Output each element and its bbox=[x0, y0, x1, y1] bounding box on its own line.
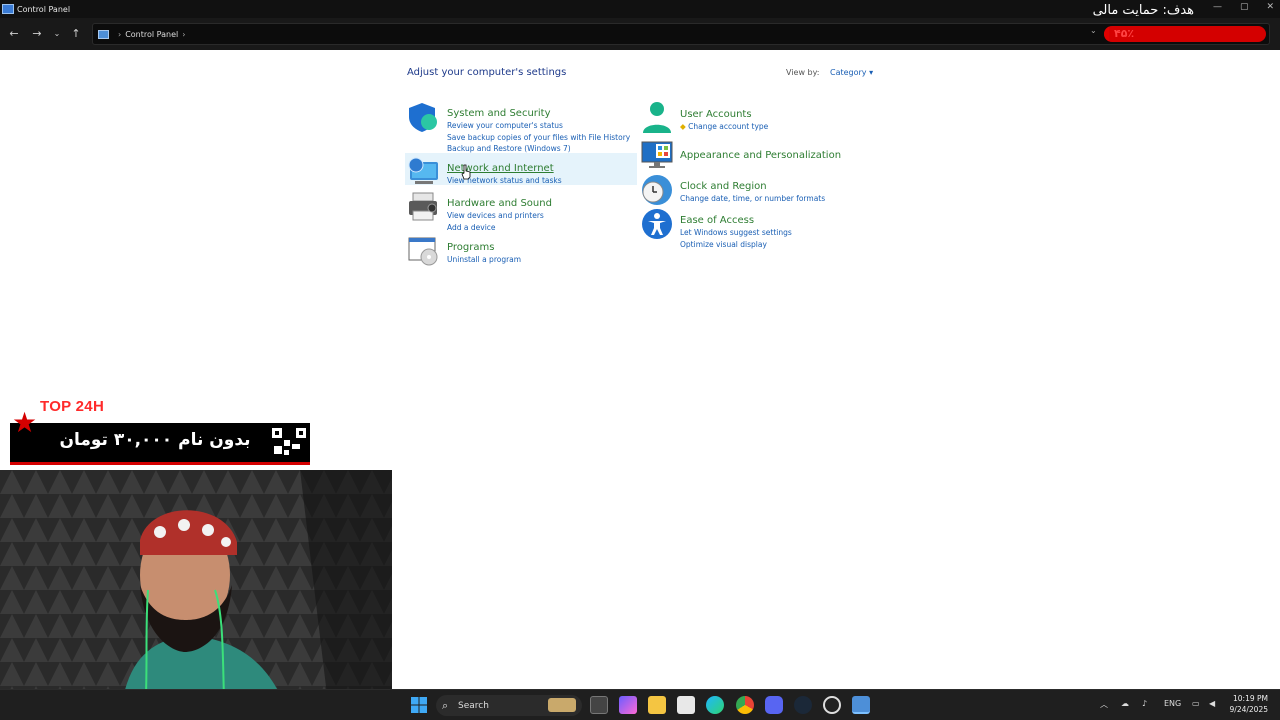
network-globe-icon bbox=[408, 157, 438, 184]
close-button[interactable]: ✕ bbox=[1266, 2, 1274, 12]
shield-icon bbox=[409, 103, 437, 132]
change-account-type-label[interactable]: Change account type bbox=[688, 122, 768, 131]
goal-percent: ۴۵٪ bbox=[1114, 27, 1135, 40]
steam-icon[interactable] bbox=[794, 696, 812, 714]
link-date-time-formats[interactable]: Change date, time, or number formats bbox=[680, 193, 825, 205]
volume-tray-icon[interactable]: ◀ bbox=[1209, 699, 1215, 708]
hardware-sound-title[interactable]: Hardware and Sound bbox=[447, 198, 552, 209]
taskbar-clock[interactable]: 10:19 PM 9/24/2025 bbox=[1228, 693, 1268, 715]
tray-overflow-chevron-icon[interactable]: ︿ bbox=[1100, 699, 1108, 710]
printer-icon bbox=[409, 192, 437, 221]
chrome-icon[interactable] bbox=[736, 696, 754, 714]
breadcrumb-control-panel[interactable]: Control Panel bbox=[125, 30, 178, 39]
accessibility-icon bbox=[642, 209, 672, 239]
title-bar: Control Panel — ▢ ✕ bbox=[0, 0, 1280, 18]
search-icon: ⌕ bbox=[442, 699, 449, 712]
link-uninstall-program[interactable]: Uninstall a program bbox=[447, 254, 521, 266]
minimize-button[interactable]: — bbox=[1213, 2, 1222, 12]
link-file-history[interactable]: Save backup copies of your files with Fi… bbox=[447, 132, 630, 144]
promo-text: بدون نام ۳۰,۰۰۰ تومان bbox=[59, 430, 251, 450]
category-appearance: Appearance and Personalization bbox=[640, 140, 841, 172]
programs-title[interactable]: Programs bbox=[447, 242, 494, 253]
view-by-dropdown[interactable]: Category ▾ bbox=[830, 68, 873, 77]
back-arrow-icon[interactable]: ← bbox=[6, 27, 22, 40]
category-system-security: System and Security Review your computer… bbox=[407, 101, 630, 155]
link-add-device[interactable]: Add a device bbox=[447, 222, 552, 234]
link-optimize-display[interactable]: Optimize visual display bbox=[680, 239, 792, 251]
category-ease-of-access: Ease of Access Let Windows suggest setti… bbox=[640, 208, 792, 250]
user-accounts-title[interactable]: User Accounts bbox=[680, 109, 752, 120]
window-controls: — ▢ ✕ bbox=[1213, 0, 1274, 14]
ease-of-access-title[interactable]: Ease of Access bbox=[680, 215, 754, 226]
breadcrumb-chevron-icon: › bbox=[118, 29, 122, 39]
appearance-title[interactable]: Appearance and Personalization bbox=[680, 150, 841, 161]
edge-icon[interactable] bbox=[706, 696, 724, 714]
uac-shield-icon: ◆ bbox=[680, 122, 686, 131]
file-explorer-icon[interactable] bbox=[648, 696, 666, 714]
clock-region-title[interactable]: Clock and Region bbox=[680, 181, 767, 192]
window-title: Control Panel bbox=[17, 4, 71, 14]
control-panel-taskbar-icon[interactable] bbox=[852, 696, 870, 714]
qr-code-icon bbox=[270, 426, 308, 458]
page-heading: Adjust your computer's settings bbox=[407, 67, 567, 78]
webcam-feed bbox=[0, 470, 392, 720]
view-by-label: View by: bbox=[786, 68, 820, 77]
goal-label: هدف: حمایت مالی bbox=[1092, 3, 1194, 18]
taskbar: ⌕ Search ︿ ☁ ♪ ENG ▭ ◀ 10:19 PM 9/24/202… bbox=[0, 689, 1280, 720]
category-programs: Programs Uninstall a program bbox=[407, 235, 521, 267]
link-windows-suggest[interactable]: Let Windows suggest settings bbox=[680, 227, 792, 239]
control-panel-icon bbox=[98, 29, 109, 39]
search-placeholder: Search bbox=[458, 700, 489, 711]
category-user-accounts: User Accounts ◆ Change account type bbox=[640, 102, 768, 134]
windows-start-icon[interactable] bbox=[410, 696, 428, 714]
maximize-button[interactable]: ▢ bbox=[1240, 2, 1249, 12]
link-devices-printers[interactable]: View devices and printers bbox=[447, 210, 552, 222]
control-panel-icon bbox=[2, 4, 14, 14]
promo-badge: TOP 24H bbox=[40, 398, 105, 415]
view-by: View by: Category ▾ bbox=[786, 68, 873, 77]
search-highlight-icon bbox=[548, 698, 576, 712]
clock-date: 9/24/2025 bbox=[1229, 705, 1268, 714]
monitor-icon bbox=[641, 141, 673, 168]
programs-icon bbox=[408, 237, 438, 266]
view-by-value[interactable]: Category bbox=[830, 68, 867, 77]
recent-locations-chevron-icon[interactable]: ⌄ bbox=[49, 29, 65, 38]
forward-arrow-icon[interactable]: → bbox=[29, 27, 45, 40]
goal-progress-bar: ۴۵٪ bbox=[1104, 26, 1266, 42]
network-tray-icon[interactable]: ☁ bbox=[1121, 699, 1129, 708]
address-bar: ← → ⌄ ↑ › Control Panel › bbox=[0, 18, 1280, 50]
category-hardware-sound: Hardware and Sound View devices and prin… bbox=[407, 191, 552, 233]
system-security-title[interactable]: System and Security bbox=[447, 108, 551, 119]
task-view-icon[interactable] bbox=[590, 696, 608, 714]
category-clock-region: Clock and Region Change date, time, or n… bbox=[640, 174, 825, 206]
clock-globe-icon bbox=[642, 175, 672, 205]
store-icon[interactable] bbox=[677, 696, 695, 714]
link-review-status[interactable]: Review your computer's status bbox=[447, 120, 630, 132]
discord-icon[interactable] bbox=[765, 696, 783, 714]
language-indicator[interactable]: ENG bbox=[1164, 699, 1181, 708]
breadcrumb-chevron-icon[interactable]: › bbox=[182, 30, 185, 39]
copilot-icon[interactable] bbox=[619, 696, 637, 714]
link-change-account-type[interactable]: ◆ Change account type bbox=[680, 121, 768, 133]
user-icon bbox=[643, 102, 671, 133]
address-dropdown-icon[interactable]: ⌄ bbox=[1090, 26, 1097, 35]
up-arrow-icon[interactable]: ↑ bbox=[68, 27, 84, 40]
hand-cursor-icon bbox=[461, 164, 471, 180]
clock-time: 10:19 PM bbox=[1233, 694, 1268, 703]
star-icon: ★ bbox=[12, 406, 38, 439]
microphone-tray-icon[interactable]: ♪ bbox=[1142, 699, 1147, 708]
taskbar-search[interactable]: ⌕ Search bbox=[436, 695, 582, 716]
obs-icon[interactable] bbox=[823, 696, 841, 714]
category-network-internet[interactable]: Network and Internet View network status… bbox=[405, 153, 637, 185]
display-tray-icon[interactable]: ▭ bbox=[1192, 699, 1200, 708]
